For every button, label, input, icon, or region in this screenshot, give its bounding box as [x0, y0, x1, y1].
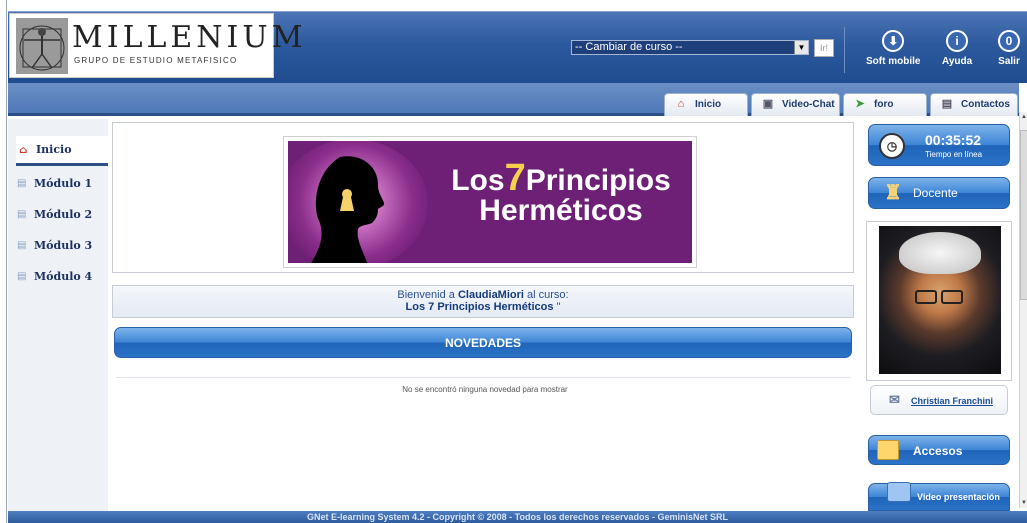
course-select-value: -- Cambiar de curso --	[575, 41, 683, 53]
logo-subtitle: GRUPO DE ESTUDIO METAFISICO	[74, 56, 238, 65]
sidebar-item-inicio[interactable]: ⌂ Inicio	[16, 136, 108, 166]
document-icon: ▤	[17, 209, 27, 220]
sidebar-item-modulo-3[interactable]: ▤ Módulo 3	[14, 235, 92, 257]
video-presentacion-label: Video presentación	[917, 492, 1000, 502]
scroll-down-icon[interactable]: ▼	[1020, 498, 1027, 508]
soft-mobile-label: Soft mobile	[866, 56, 921, 67]
download-icon: ⬇	[882, 30, 905, 52]
tab-inicio-label: Inicio	[695, 99, 722, 110]
timer-label: Tiempo en línea	[925, 150, 983, 159]
docente-label: Docente	[913, 186, 958, 200]
course-banner: Los7Principios Herméticos	[288, 141, 692, 263]
salir-button[interactable]: 0 Salir	[998, 30, 1020, 67]
sidebar-item-modulo-4[interactable]: ▤ Módulo 4	[14, 266, 92, 288]
document-icon: ▤	[17, 271, 27, 282]
teacher-photo	[879, 226, 1001, 374]
power-icon: 0	[998, 30, 1020, 52]
tab-video-chat[interactable]: ▣ Video-Chat	[751, 93, 840, 116]
sidebar-item-label: Módulo 1	[34, 177, 93, 190]
home-icon: ⌂	[19, 145, 28, 156]
banner-title: Los7Principios Herméticos	[446, 159, 676, 227]
millenium-logo[interactable]: MILLENIUM GRUPO DE ESTUDIO METAFISICO	[9, 13, 302, 78]
logo-brand-text: MILLENIUM	[72, 20, 307, 55]
tab-foro[interactable]: ➤ foro	[843, 93, 927, 116]
soft-mobile-button[interactable]: ⬇ Soft mobile	[866, 30, 920, 67]
welcome-quote: "	[553, 301, 561, 313]
contacts-icon: ▤	[941, 98, 953, 110]
banner-title-line2: Herméticos	[479, 194, 643, 227]
salir-label: Salir	[998, 56, 1020, 67]
course-select[interactable]: -- Cambiar de curso -- ▼	[571, 40, 809, 55]
sidebar-item-label: Módulo 3	[34, 239, 93, 252]
welcome-course: Los 7 Principios Herméticos	[405, 301, 554, 313]
banner-title-pre: Los	[451, 164, 505, 197]
photo-hair	[899, 232, 981, 274]
forum-icon: ➤	[855, 98, 865, 110]
teacher-contact[interactable]: ✉ Christian Franchini	[870, 385, 1008, 415]
scroll-up-icon[interactable]: ▲	[1020, 112, 1027, 122]
document-icon: ▤	[17, 178, 27, 189]
vitruvian-man-icon	[16, 18, 68, 74]
tab-foro-label: foro	[874, 99, 894, 110]
tab-contactos-label: Contactos	[961, 99, 1010, 110]
welcome-suffix: al curso:	[527, 289, 569, 301]
timer-value: 00:35:52	[925, 132, 982, 148]
info-icon: i	[946, 30, 969, 52]
envelope-icon: ✉	[889, 392, 900, 407]
course-banner-frame: Los7Principios Herméticos	[283, 136, 697, 268]
welcome-message: Bienvenid a ClaudiaMiori al curso: Los 7…	[112, 285, 854, 318]
welcome-user: ClaudiaMiori	[457, 289, 524, 301]
novedades-header: NOVEDADES	[114, 327, 852, 358]
teacher-icon: ♜	[884, 182, 902, 204]
no-news-message: No se encontró ninguna novedad para most…	[402, 385, 568, 394]
monitor-icon	[887, 482, 911, 502]
docente-button[interactable]: ♜ Docente	[868, 177, 1010, 209]
tab-inicio[interactable]: ⌂ Inicio	[664, 93, 748, 116]
ayuda-button[interactable]: i Ayuda	[942, 30, 972, 67]
course-banner-box: Los7Principios Herméticos	[112, 122, 854, 273]
app-header: MILLENIUM GRUPO DE ESTUDIO METAFISICO --…	[8, 11, 1027, 83]
home-icon: ⌂	[677, 98, 685, 110]
footer-copyright: GNet E-learning System 4.2 - Copyright ©…	[8, 511, 1027, 523]
sidebar-item-label: Módulo 2	[34, 208, 93, 221]
tab-video-chat-label: Video-Chat	[782, 99, 835, 110]
sidebar-item-modulo-1[interactable]: ▤ Módulo 1	[14, 173, 92, 195]
accesos-label: Accesos	[913, 444, 963, 458]
vertical-scrollbar[interactable]: ▲ ▼	[1019, 112, 1027, 508]
banner-title-seven: 7	[504, 157, 526, 199]
sidebar-item-label: Inicio	[36, 143, 72, 156]
accesos-button[interactable]: Accesos	[868, 435, 1010, 465]
online-timer: ◷ 00:35:52 Tiempo en línea	[868, 124, 1010, 166]
folder-icon	[877, 440, 899, 460]
window-left-border	[0, 0, 7, 523]
tab-contactos[interactable]: ▤ Contactos	[930, 93, 1018, 116]
right-panel: ◷ 00:35:52 Tiempo en línea ♜ Docente ✉ C…	[864, 119, 1017, 511]
photo-glasses-left	[915, 290, 937, 304]
divider	[116, 377, 850, 378]
sidebar-item-label: Módulo 4	[34, 270, 93, 283]
video-presentacion-button[interactable]: Video presentación	[868, 482, 1010, 511]
chevron-down-icon[interactable]: ▼	[794, 41, 808, 54]
tab-bar: ⌂ Inicio ▣ Video-Chat ➤ foro ▤ Contactos	[8, 83, 1019, 116]
banner-title-line1: Principios	[525, 164, 671, 197]
sidebar-item-modulo-2[interactable]: ▤ Módulo 2	[14, 204, 92, 226]
photo-glasses-right	[941, 290, 963, 304]
head-silhouette-icon	[311, 156, 385, 263]
video-chat-icon: ▣	[762, 98, 774, 110]
teacher-name-link[interactable]: Christian Franchini	[911, 396, 993, 406]
header-divider	[844, 27, 845, 73]
document-icon: ▤	[17, 240, 27, 251]
stopwatch-icon: ◷	[879, 133, 905, 159]
scroll-thumb[interactable]	[1020, 130, 1027, 300]
go-button[interactable]: Ir!	[814, 39, 834, 57]
welcome-prefix: Bienvenid a	[397, 289, 455, 301]
ayuda-label: Ayuda	[942, 56, 973, 67]
main-content: Los7Principios Herméticos Bienvenid a Cl…	[108, 119, 862, 511]
teacher-photo-box	[866, 221, 1012, 381]
